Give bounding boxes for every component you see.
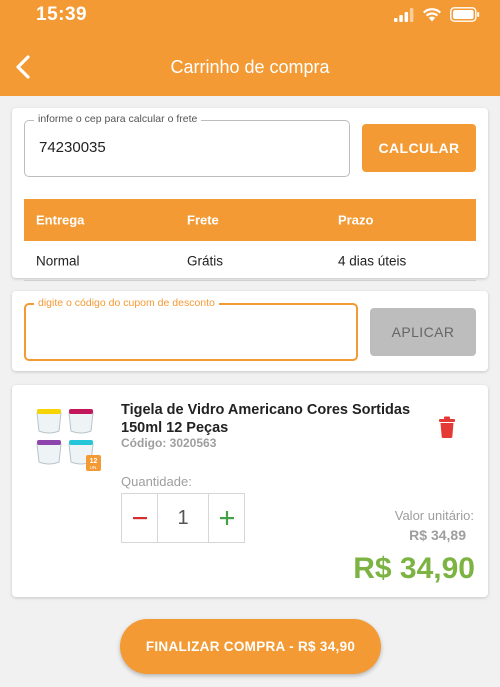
product-name: Tigela de Vidro Americano Cores Sortidas… bbox=[121, 402, 411, 436]
quantity-label: Quantidade: bbox=[121, 474, 192, 489]
cep-label: informe o cep para calcular o frete bbox=[34, 113, 202, 125]
unit-price-label: Valor unitário: bbox=[394, 508, 474, 523]
calculate-button[interactable]: CALCULAR bbox=[362, 124, 476, 172]
cep-input[interactable]: 74230035 bbox=[39, 139, 106, 156]
minus-icon bbox=[132, 517, 147, 520]
wifi-icon bbox=[423, 8, 441, 22]
table-row: Normal Grátis 4 dias úteis bbox=[24, 241, 476, 281]
battery-icon bbox=[450, 7, 480, 22]
status-time: 15:39 bbox=[36, 4, 88, 25]
apply-button[interactable]: APLICAR bbox=[370, 308, 476, 356]
header-freight: Frete bbox=[187, 212, 219, 228]
freight-value: Grátis bbox=[187, 253, 224, 268]
unit-price: R$ 34,89 bbox=[409, 527, 466, 543]
page-title: Carrinho de compra bbox=[170, 57, 330, 77]
trash-icon[interactable] bbox=[437, 415, 457, 439]
item-total-price: R$ 34,90 bbox=[353, 552, 475, 585]
header-delivery: Entrega bbox=[36, 212, 85, 228]
decrease-button[interactable] bbox=[122, 494, 158, 542]
coupon-field[interactable]: digite o código do cupom de desconto bbox=[24, 297, 358, 361]
checkout-button[interactable]: FINALIZAR COMPRA - R$ 34,90 bbox=[120, 619, 381, 674]
product-image: 12 UN. bbox=[36, 409, 101, 471]
cep-field[interactable]: informe o cep para calcular o frete 7423… bbox=[24, 113, 350, 177]
shipping-card: informe o cep para calcular o frete 7423… bbox=[12, 108, 488, 281]
product-code: Código: 3020563 bbox=[121, 436, 217, 450]
signal-icon bbox=[394, 7, 414, 22]
delivery-type: Normal bbox=[36, 253, 80, 268]
product-badge-count: 12 bbox=[90, 458, 98, 465]
quantity-stepper: 1 bbox=[121, 493, 245, 543]
increase-button[interactable] bbox=[208, 494, 244, 542]
header-deadline: Prazo bbox=[338, 212, 374, 228]
deadline-value: 4 dias úteis bbox=[338, 253, 407, 268]
status-icons bbox=[394, 7, 480, 22]
quantity-value[interactable]: 1 bbox=[158, 494, 208, 542]
product-badge-unit: UN. bbox=[90, 465, 98, 470]
plus-icon bbox=[219, 511, 234, 525]
shipping-table-header: Entrega Frete Prazo bbox=[24, 199, 476, 241]
coupon-label: digite o código do cupom de desconto bbox=[34, 297, 219, 309]
coupon-card: digite o código do cupom de desconto APL… bbox=[12, 291, 488, 371]
app-header: 15:39 Carrinho de compra bbox=[0, 0, 500, 96]
cart-item-card: 12 UN. Tigela de Vidro Americano Cores S… bbox=[12, 385, 488, 597]
